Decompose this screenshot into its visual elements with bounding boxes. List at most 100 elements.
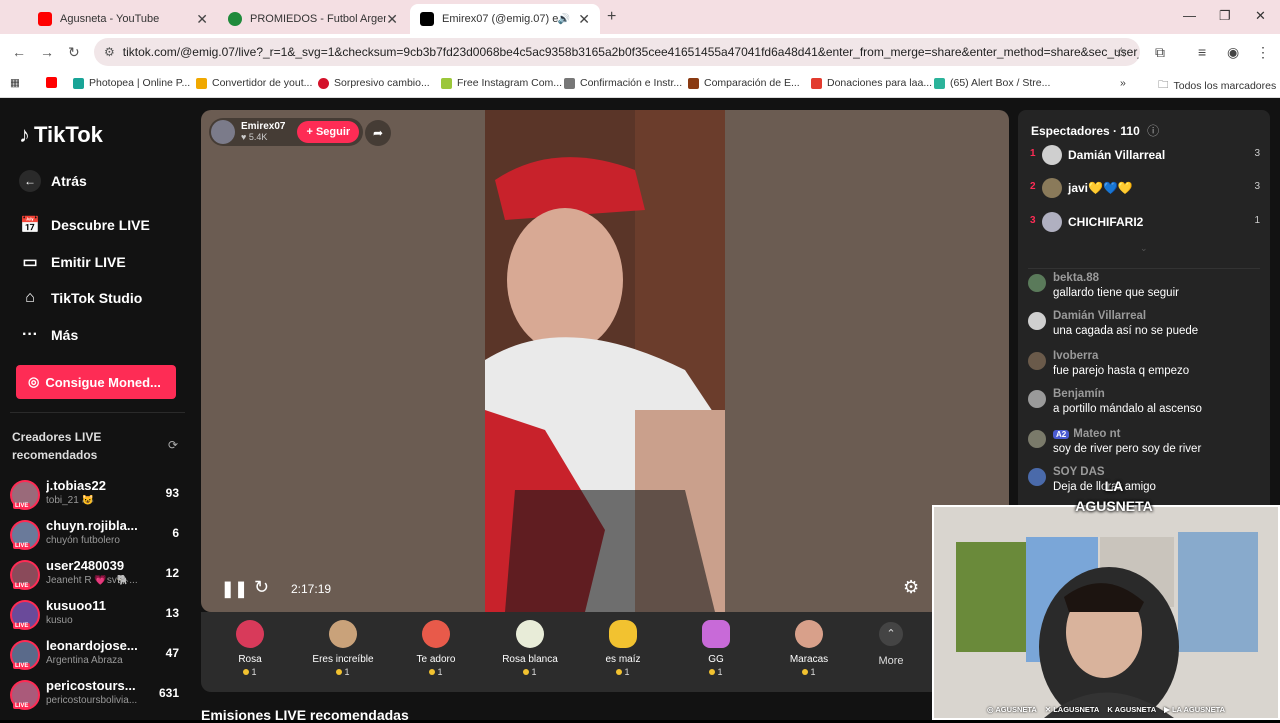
chat-username[interactable]: Benjamín <box>1053 388 1105 400</box>
gift-item[interactable]: Maracas 1 <box>769 620 849 677</box>
avatar <box>1042 145 1062 165</box>
live-badge: LIVE <box>13 663 31 669</box>
bookmark-item[interactable]: (65) Alert Box / Stre... <box>934 77 1050 89</box>
live-video-frame[interactable] <box>485 110 725 612</box>
apps-grid-icon[interactable]: ▦ <box>10 77 20 89</box>
recommended-creator[interactable]: LIVE kusuoo11 kusuo 13 <box>10 598 185 634</box>
avatar[interactable] <box>1028 274 1046 292</box>
close-tab-icon[interactable]: ✕ <box>578 11 590 28</box>
avatar <box>1042 178 1062 198</box>
social-handle-text: LA AGUSNETA <box>1171 705 1226 714</box>
link-icon <box>564 77 575 89</box>
avatar[interactable] <box>1028 430 1046 448</box>
chat-username[interactable]: Damián Villarreal <box>1053 310 1146 322</box>
bookmark-item[interactable]: Sorpresivo cambio... <box>318 77 430 89</box>
bookmarks-bar: ▦ Photopea | Online P... Convertidor de … <box>0 70 1280 98</box>
more-bookmarks-icon[interactable]: » <box>1120 77 1126 89</box>
close-tab-icon[interactable]: ✕ <box>196 11 208 28</box>
avatar[interactable] <box>1028 468 1046 486</box>
top-viewer[interactable]: 2 javi💛💙💛 3 <box>1030 176 1260 200</box>
settings-icon[interactable]: ⚙ <box>903 577 919 598</box>
more-gifts-button[interactable]: ⌃ More <box>875 622 907 667</box>
profile-icon[interactable]: ◉ <box>1227 44 1239 61</box>
recommended-creator[interactable]: LIVE j.tobias22 tobi_21 😺 93 <box>10 478 185 514</box>
close-tab-icon[interactable]: ✕ <box>386 11 398 28</box>
viewer-name: CHICHIFARI2 <box>1068 215 1144 229</box>
gift-item[interactable]: Te adoro 1 <box>396 620 476 677</box>
gift-name: Rosa <box>238 654 262 665</box>
chat-username[interactable]: bekta.88 <box>1053 272 1099 284</box>
bookmark-item[interactable]: Convertidor de yout... <box>196 77 312 89</box>
bookmark-item[interactable]: Donaciones para laa... <box>811 77 932 89</box>
recommended-creator[interactable]: LIVE user2480039 Jeaneht R 💗sv🐘... 12 <box>10 558 185 594</box>
divider <box>10 412 185 413</box>
avatar[interactable] <box>1028 352 1046 370</box>
address-bar[interactable]: ⚙ tiktok.com/@emig.07/live?_r=1&_svg=1&c… <box>94 38 1140 66</box>
menu-icon[interactable]: ⋮ <box>1256 44 1270 61</box>
chat-username[interactable]: Ivoberra <box>1053 350 1098 362</box>
gift-item[interactable]: Eres increíble 1 <box>303 620 383 677</box>
speaker-icon[interactable]: 🔊 <box>558 14 570 25</box>
bookmark-item[interactable]: Free Instagram Com... <box>441 77 562 89</box>
gift-price-value: 1 <box>810 667 816 677</box>
refresh-icon[interactable]: ↻ <box>254 577 269 598</box>
donation-icon <box>811 77 822 89</box>
share-icon[interactable]: ➦ <box>365 120 391 146</box>
extensions-icon[interactable]: ⧉ <box>1155 44 1165 61</box>
gift-item[interactable]: es maíz 1 <box>583 620 663 677</box>
avatar[interactable] <box>1028 390 1046 408</box>
live-video-player[interactable]: Emirex07 ♥ 5.4K + Seguir ➦ ❚❚ ↻ 2:17:19 … <box>201 110 1009 612</box>
tiktok-logo[interactable]: ♪ TikTok <box>19 122 103 148</box>
youtube-icon <box>46 77 57 88</box>
chat-username[interactable]: A2 Mateo nt <box>1053 428 1121 440</box>
gift-item[interactable]: Rosa blanca 1 <box>490 620 570 677</box>
bookmark-item[interactable]: Comparación de E... <box>688 77 800 89</box>
bookmark-star-icon[interactable]: ☆ <box>1115 44 1128 61</box>
recommended-creator[interactable]: LIVE leonardojose... Argentina Abraza 47 <box>10 638 185 674</box>
nav-tiktok-studio[interactable]: ⌂ TikTok Studio <box>19 289 142 307</box>
browser-tab[interactable]: Agusneta - YouTube ✕ <box>28 4 218 34</box>
gift-item[interactable]: Rosa 1 <box>210 620 290 677</box>
close-window-icon[interactable]: ✕ <box>1255 8 1266 24</box>
maximize-icon[interactable]: ❐ <box>1219 8 1231 24</box>
all-bookmarks[interactable]: 🗀 Todos los marcadores <box>1158 77 1276 95</box>
bookmark-item[interactable]: Confirmación e Instr... <box>564 77 682 89</box>
minimize-icon[interactable]: — <box>1183 8 1196 23</box>
bookmark-item[interactable]: Photopea | Online P... <box>73 77 190 89</box>
recommended-creator[interactable]: LIVE pericostours... pericostoursbolivia… <box>10 678 185 714</box>
gift-price: 1 <box>490 667 570 677</box>
media-icon[interactable]: ≡ <box>1198 44 1206 60</box>
bookmark-label: Confirmación e Instr... <box>580 77 683 89</box>
host-info[interactable]: Emirex07 ♥ 5.4K + Seguir <box>209 118 364 146</box>
chat-message: Damián Villarreal una cagada así no se p… <box>1028 310 1260 346</box>
site-info-icon[interactable]: ⚙ <box>104 45 115 59</box>
nav-mas[interactable]: ··· Más <box>19 326 78 344</box>
gift-price: 1 <box>676 667 756 677</box>
info-icon[interactable]: ⓘ <box>1147 124 1159 138</box>
photopea-icon <box>73 77 84 89</box>
social-handle-text: AGUSNETA <box>1114 705 1157 714</box>
avatar[interactable] <box>1028 312 1046 330</box>
new-tab-icon[interactable]: + <box>607 8 616 26</box>
nav-descubre-live[interactable]: 📅 Descubre LIVE <box>19 215 150 235</box>
get-coins-button[interactable]: ◎ Consigue Moned... <box>16 365 176 399</box>
nav-emitir-live[interactable]: ▭ Emitir LIVE <box>19 252 125 272</box>
forward-arrow-icon[interactable]: → <box>40 44 54 60</box>
live-badge: LIVE <box>13 543 31 549</box>
gift-price-value: 1 <box>437 667 443 677</box>
chevron-down-icon[interactable]: ⌄ <box>1140 243 1148 254</box>
pause-icon[interactable]: ❚❚ <box>221 579 248 599</box>
reload-icon[interactable]: ↻ <box>68 44 80 61</box>
bookmark-youtube[interactable] <box>46 77 62 88</box>
follow-button[interactable]: + Seguir <box>297 121 360 143</box>
back-button[interactable]: ← Atrás <box>19 170 87 192</box>
back-arrow-icon[interactable]: ← <box>12 44 26 60</box>
refresh-icon[interactable]: ⟳ <box>168 438 178 452</box>
gift-item[interactable]: GG 1 <box>676 620 756 677</box>
browser-tab-active[interactable]: Emirex07 (@emig.07) está en LIVE 🔊 ✕ <box>410 4 600 34</box>
top-viewer[interactable]: 1 Damián Villarreal 3 <box>1030 143 1260 167</box>
top-viewer[interactable]: 3 CHICHIFARI2 1 <box>1030 210 1260 234</box>
browser-tab[interactable]: PROMIEDOS - Futbol Argentino ✕ <box>218 4 408 34</box>
viewer-rank: 1 <box>1030 148 1036 159</box>
recommended-creator[interactable]: LIVE chuyn.rojibla... chuyón futbolero 6 <box>10 518 185 554</box>
